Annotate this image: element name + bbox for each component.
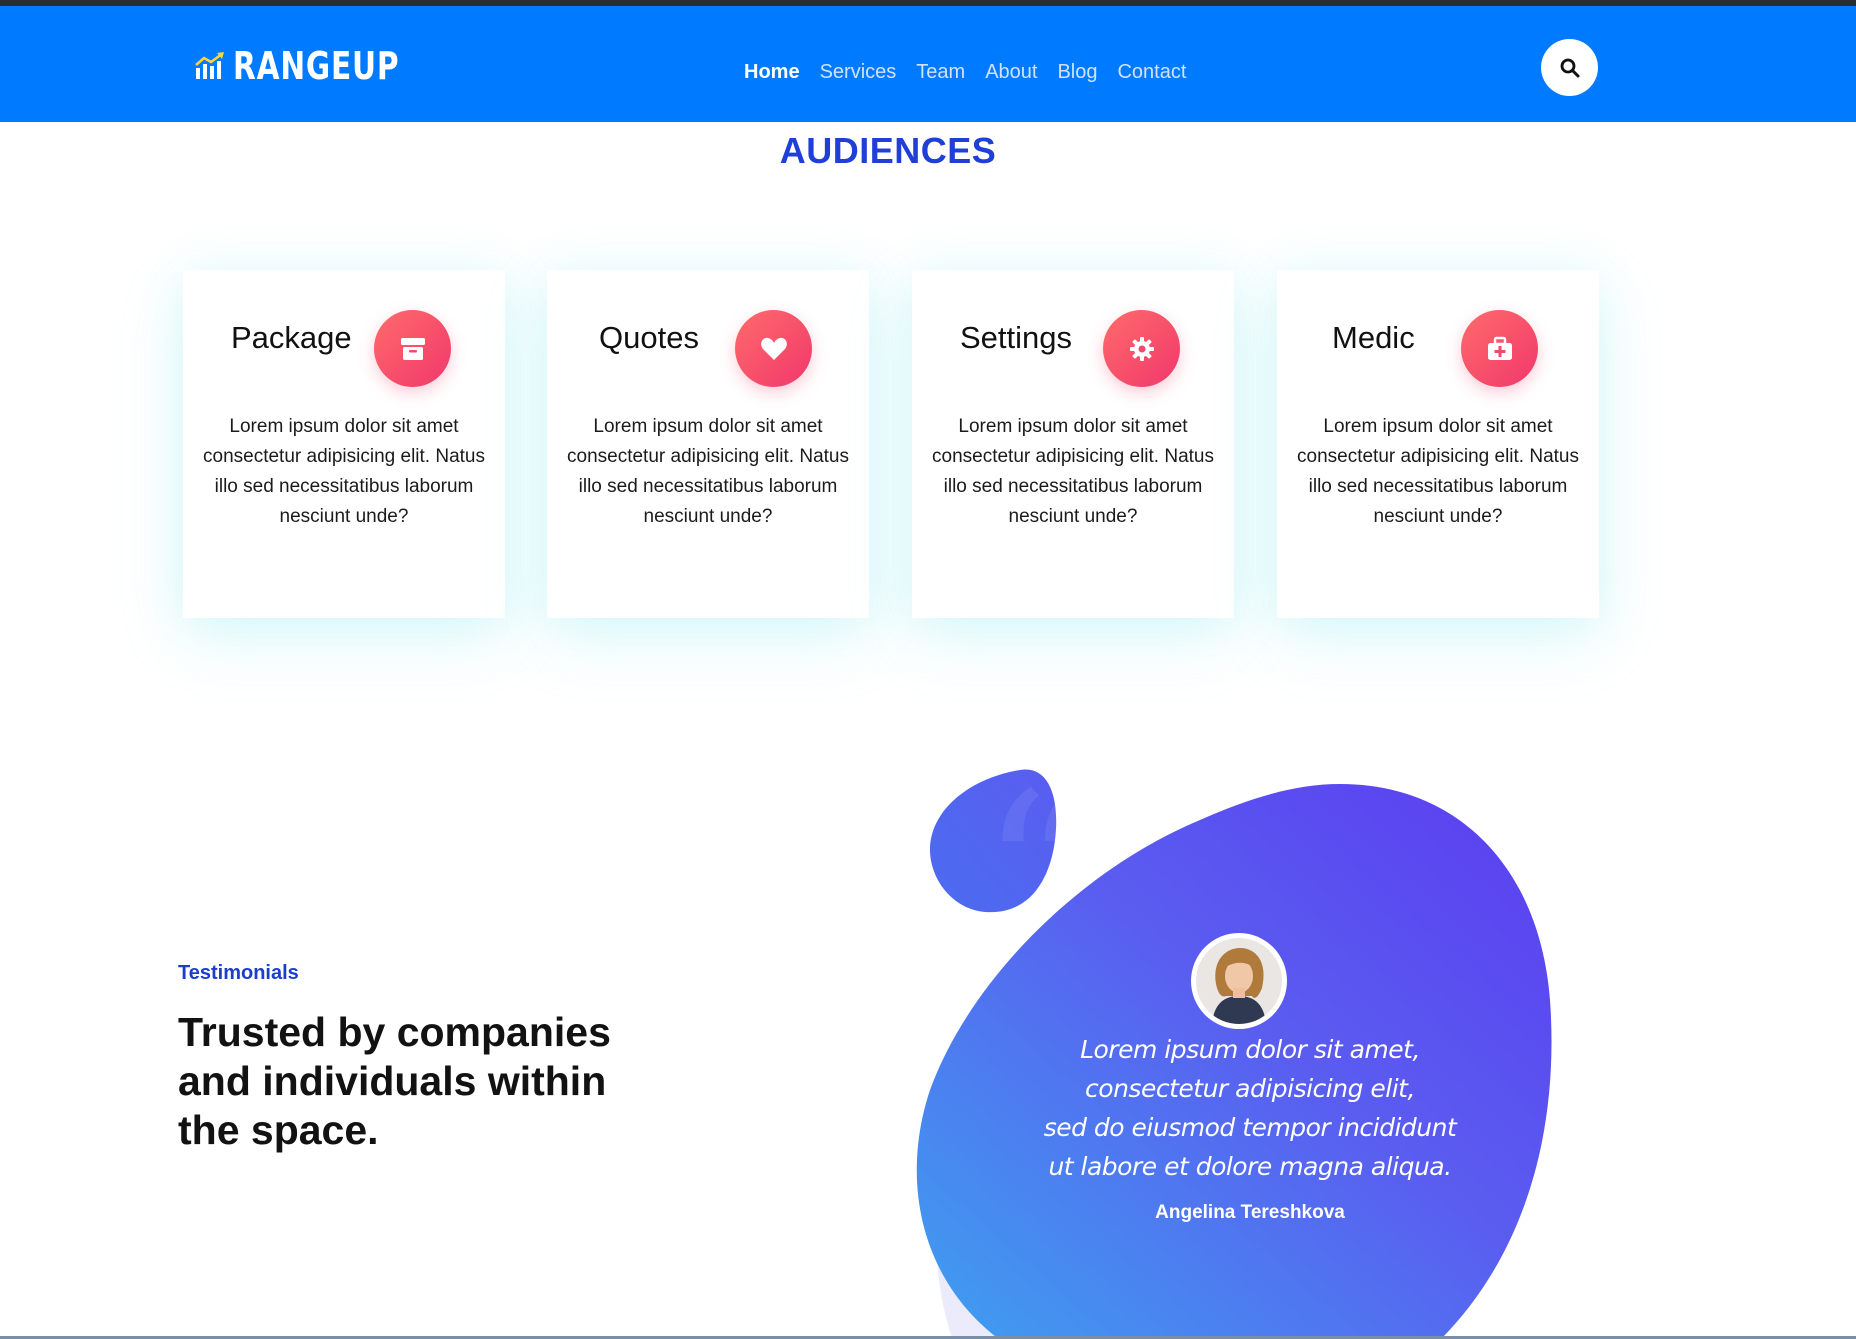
testimonial-author: Angelina Tereshkova (1155, 1202, 1345, 1223)
nav-contact[interactable]: Contact (1117, 61, 1186, 84)
nav-home[interactable]: Home (744, 61, 800, 84)
svg-text:“: “ (980, 760, 1092, 1002)
card-description: Lorem ipsum dolor sit amet consectetur a… (567, 416, 849, 527)
quote-line: consectetur adipisicing elit, (1085, 1074, 1415, 1103)
audience-card-quotes: Quotes Lorem ipsum dolor sit amet consec… (547, 270, 869, 618)
bar-chart-arrow-icon (195, 52, 224, 79)
testimonials-heading: Trusted by companies and individuals wit… (178, 1009, 611, 1153)
search-icon (1560, 58, 1579, 77)
person-avatar-icon (1191, 933, 1287, 1029)
card-title: Medic (1332, 320, 1415, 355)
audience-card-package: Package Lorem ipsum dolor sit amet conse… (183, 270, 505, 618)
card-description: Lorem ipsum dolor sit amet consectetur a… (932, 416, 1214, 527)
logo-text: RANGEUP (233, 44, 400, 88)
nav-team[interactable]: Team (916, 61, 965, 84)
audience-card-settings: Settings Lorem ipsum dolor sit amet cons… (912, 270, 1234, 618)
site-header: RANGEUP Home Services Team About Blog Co… (0, 6, 1856, 122)
quote-line: Lorem ipsum dolor sit amet, (1080, 1035, 1420, 1064)
nav-services[interactable]: Services (820, 61, 897, 84)
testimonial-quote: Lorem ipsum dolor sit amet, consectetur … (1010, 1030, 1490, 1186)
medical-kit-icon (1461, 310, 1538, 387)
card-title: Quotes (599, 320, 699, 355)
site-logo[interactable]: RANGEUP (195, 44, 446, 88)
quote-line: ut labore et dolore magna aliqua. (1048, 1152, 1452, 1181)
audience-card-medic: Medic Lorem ipsum dolor sit amet consect… (1277, 270, 1599, 618)
audiences-title: AUDIENCES (779, 130, 997, 171)
card-title: Package (231, 320, 352, 355)
card-description: Lorem ipsum dolor sit amet consectetur a… (203, 416, 485, 527)
main-nav: Home Services Team About Blog Contact (744, 56, 1186, 88)
quote-line: sed do eiusmod tempor incididunt (1043, 1113, 1457, 1142)
nav-blog[interactable]: Blog (1057, 61, 1097, 84)
nav-about[interactable]: About (985, 61, 1037, 84)
gear-icon (1103, 310, 1180, 387)
card-description: Lorem ipsum dolor sit amet consectetur a… (1297, 416, 1579, 527)
search-button[interactable] (1541, 39, 1598, 96)
heart-icon (735, 310, 812, 387)
audience-cards: Package Lorem ipsum dolor sit amet conse… (0, 270, 1856, 630)
box-icon (374, 310, 451, 387)
card-title: Settings (960, 320, 1073, 355)
testimonials-label: Testimonials (178, 962, 299, 984)
